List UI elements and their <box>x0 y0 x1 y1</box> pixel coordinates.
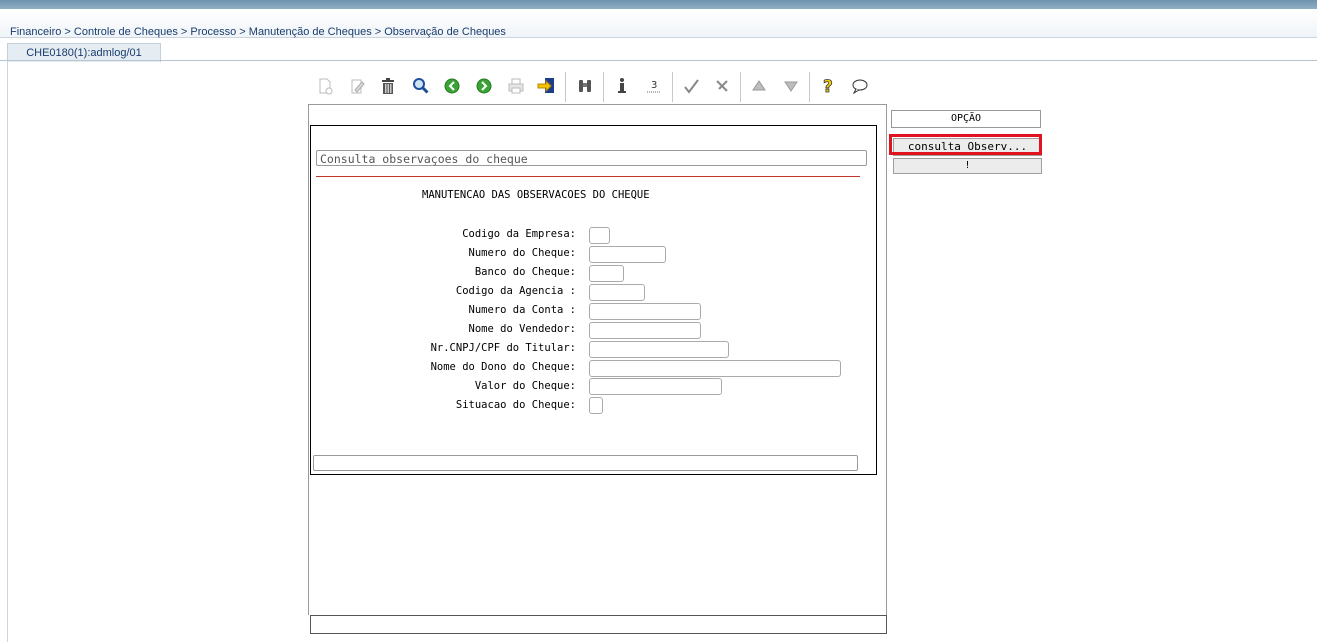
nome-vendedor-input[interactable] <box>589 322 701 339</box>
numero-conta-input[interactable] <box>589 303 701 320</box>
exit-icon[interactable] <box>535 74 559 98</box>
previous-icon[interactable] <box>440 74 464 98</box>
binoculars-icon[interactable] <box>573 74 597 98</box>
new-icon[interactable] <box>313 74 337 98</box>
nome-dono-input[interactable] <box>589 360 841 377</box>
valor-cheque-input[interactable] <box>589 378 722 395</box>
down-icon[interactable] <box>779 74 803 98</box>
left-border <box>7 61 8 642</box>
cancel-icon[interactable] <box>710 74 734 98</box>
field-label-codigo-agencia: Codigo da Agencia : <box>455 285 576 297</box>
message-field[interactable] <box>313 455 858 471</box>
edit-icon[interactable] <box>345 74 369 98</box>
highlight-box <box>889 134 1042 155</box>
toolbar-separator <box>740 72 741 102</box>
codigo-empresa-input[interactable] <box>589 227 610 244</box>
title-field[interactable]: Consulta observaçoes do cheque <box>316 150 867 166</box>
delete-icon[interactable] <box>376 74 400 98</box>
field-label-banco-cheque: Banco do Cheque: <box>474 266 576 278</box>
numero-cheque-input[interactable] <box>589 246 666 263</box>
divider-line <box>316 176 860 177</box>
confirm-icon[interactable] <box>679 74 703 98</box>
sum-icon[interactable]: 3 <box>642 74 666 98</box>
breadcrumb[interactable]: Financeiro > Controle de Cheques > Proce… <box>10 26 506 38</box>
cnpj-cpf-input[interactable] <box>589 341 729 358</box>
toolbar: 3 ? <box>310 70 885 104</box>
toolbar-separator <box>565 72 566 102</box>
options-header: OPÇÃO <box>891 110 1041 128</box>
field-label-nome-vendedor: Nome do Vendedor: <box>468 323 576 335</box>
toolbar-separator <box>672 72 673 102</box>
search-icon[interactable] <box>409 74 433 98</box>
form-heading: MANUTENCAO DAS OBSERVACOES DO CHEQUE <box>422 189 650 201</box>
field-label-valor-cheque: Valor do Cheque: <box>474 380 576 392</box>
field-label-numero-cheque: Numero do Cheque: <box>468 247 576 259</box>
exclaim-button[interactable]: ! <box>893 158 1042 174</box>
status-bar <box>310 615 887 634</box>
print-icon[interactable] <box>504 74 528 98</box>
info-icon[interactable] <box>610 74 634 98</box>
svg-text:?: ? <box>823 77 833 96</box>
field-label-situacao-cheque: Situacao do Cheque: <box>455 399 576 411</box>
banco-cheque-input[interactable] <box>589 265 624 282</box>
field-label-numero-conta: Numero da Conta : <box>468 304 576 316</box>
breadcrumb-bar: Financeiro > Controle de Cheques > Proce… <box>0 9 1317 38</box>
next-icon[interactable] <box>472 74 496 98</box>
toolbar-separator <box>603 72 604 102</box>
field-label-nome-dono: Nome do Dono do Cheque: <box>430 361 576 373</box>
field-label-codigo-empresa: Codigo da Empresa: <box>462 228 576 240</box>
codigo-agencia-input[interactable] <box>589 284 645 301</box>
svg-text:3: 3 <box>651 80 657 91</box>
tab-divider <box>0 60 1317 61</box>
situacao-cheque-input[interactable] <box>589 397 603 414</box>
toolbar-separator <box>809 72 810 102</box>
help-icon[interactable]: ? <box>817 74 841 98</box>
field-label-cnpj-cpf: Nr.CNPJ/CPF do Titular: <box>430 342 576 354</box>
top-strip <box>0 0 1317 9</box>
up-icon[interactable] <box>747 74 771 98</box>
message-icon[interactable] <box>848 74 872 98</box>
